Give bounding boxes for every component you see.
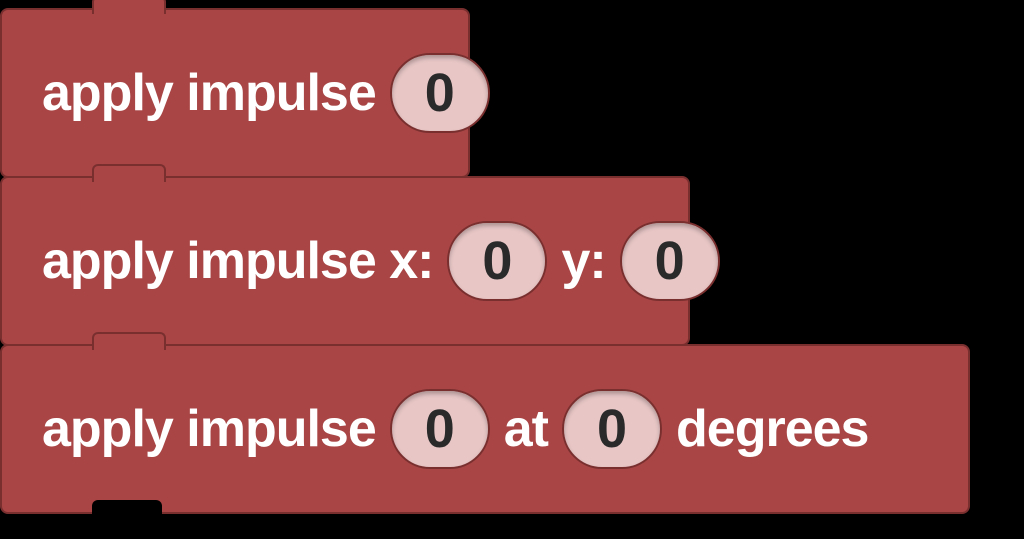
impulse-x-input[interactable]: 0 (447, 221, 547, 301)
block-label: apply impulse (42, 63, 376, 123)
impulse-angle-input[interactable]: 0 (562, 389, 662, 469)
impulse-value-input[interactable]: 0 (390, 53, 490, 133)
block-label: apply impulse (42, 399, 376, 459)
impulse-y-input[interactable]: 0 (620, 221, 720, 301)
input-value: 0 (597, 398, 627, 460)
apply-impulse-xy-block[interactable]: apply impulse x: 0 y: 0 (0, 176, 690, 346)
impulse-magnitude-input[interactable]: 0 (390, 389, 490, 469)
apply-impulse-angle-block[interactable]: apply impulse 0 at 0 degrees (0, 344, 970, 514)
apply-impulse-block[interactable]: apply impulse 0 (0, 8, 470, 178)
input-value: 0 (425, 62, 455, 124)
block-label: at (504, 399, 548, 459)
block-label: y: (561, 231, 605, 291)
input-value: 0 (655, 230, 685, 292)
block-stack: apply impulse 0 apply impulse x: 0 y: 0 … (0, 0, 970, 514)
input-value: 0 (425, 398, 455, 460)
block-label: degrees (676, 399, 868, 459)
block-label: apply impulse x: (42, 231, 433, 291)
input-value: 0 (482, 230, 512, 292)
